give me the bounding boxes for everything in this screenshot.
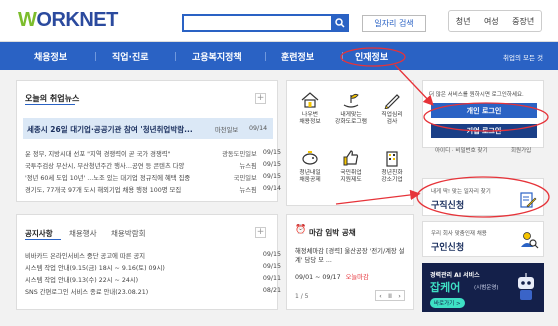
nav-highlight-ellipse [340, 47, 406, 67]
annotation-overlay [335, 47, 550, 218]
login-highlight-ellipse [423, 102, 549, 132]
annotation-arrow [394, 64, 434, 106]
job-request-highlight-ellipse [416, 176, 550, 218]
annotation-arrow [335, 189, 421, 205]
